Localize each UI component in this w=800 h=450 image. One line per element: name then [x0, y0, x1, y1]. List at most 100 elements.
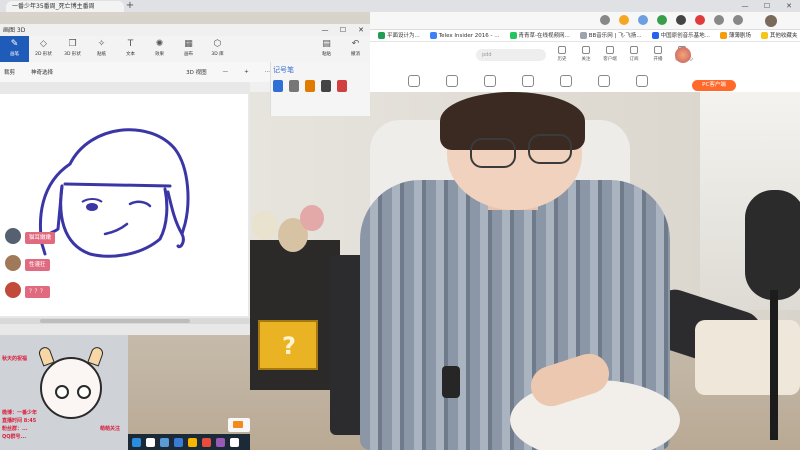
overlay-info-line: 粉丝群：... — [2, 426, 28, 432]
right-side-stroke — [166, 190, 185, 249]
tool-2d-shapes[interactable]: ◇ 2D 形状 — [29, 36, 58, 62]
tool-stickers[interactable]: ✧ 贴纸 — [87, 36, 116, 62]
nav-history[interactable]: 历史 — [555, 46, 569, 62]
extension-icon[interactable] — [676, 15, 686, 25]
tool-label: 3D 形状 — [64, 52, 81, 57]
site-search-input[interactable]: pdd — [476, 49, 546, 61]
collections-icon[interactable] — [714, 15, 724, 25]
crop-button[interactable]: 裁剪 — [4, 68, 15, 76]
category-icon[interactable] — [446, 75, 458, 87]
category-icon[interactable] — [522, 75, 534, 87]
brush-oil[interactable] — [305, 80, 315, 92]
profile-avatar[interactable] — [765, 15, 777, 27]
bookmark-item[interactable]: 青青草-在线视频网... — [509, 30, 570, 41]
bookmark-item[interactable]: BB音乐网 | 飞·飞扬... — [579, 30, 642, 41]
extension-icon[interactable] — [638, 15, 648, 25]
right-eye — [128, 200, 152, 208]
settings-icon[interactable] — [733, 15, 743, 25]
view-3d-button[interactable]: 3D 视图 — [186, 68, 206, 76]
face-drawing — [38, 128, 190, 258]
nav-start-live[interactable]: 开播 — [651, 46, 665, 62]
taskbar-app-icon[interactable] — [174, 437, 183, 447]
undo-button[interactable]: ↶ 撤消 — [341, 36, 370, 62]
paste-button[interactable]: ▤ 粘贴 — [312, 36, 341, 62]
taskbar-app-icon[interactable] — [160, 437, 169, 447]
maximize-button[interactable]: ☐ — [334, 24, 352, 36]
mascot-glasses — [77, 385, 91, 399]
nav-follow[interactable]: 关注 — [579, 46, 593, 62]
category-icon[interactable] — [484, 75, 496, 87]
tool-brushes[interactable]: ✎ 画笔 — [0, 36, 29, 62]
taskbar-app-icon[interactable] — [188, 437, 197, 447]
smart-watch — [442, 366, 460, 398]
favorite-star-icon[interactable] — [619, 15, 629, 25]
nav-subscribe[interactable]: 订阅 — [627, 46, 641, 62]
browser-extension-icons — [600, 15, 743, 25]
category-icon[interactable] — [408, 75, 420, 87]
category-icon[interactable] — [560, 75, 572, 87]
extension-icon[interactable] — [695, 15, 705, 25]
bookmark-item[interactable]: 中国原创音乐基地... — [651, 30, 710, 41]
bookmark-label: 其他收藏夹 — [769, 33, 798, 39]
bookmark-icon — [719, 32, 727, 39]
nav-client[interactable]: 客户端 — [603, 46, 617, 62]
tool-label: 文本 — [126, 52, 135, 57]
paint3d-window-controls: — ☐ ✕ — [316, 24, 370, 36]
overlay-info-line: 微博：一番少年 — [2, 410, 38, 416]
bookmark-item[interactable]: Telex Insider 2016 - ... — [429, 30, 500, 41]
tool-canvas[interactable]: ▦ 画布 — [174, 36, 203, 62]
paint3d-ribbon: ✎ 画笔 ◇ 2D 形状 ❒ 3D 形状 ✧ 贴纸 T 文本 ✺ 效果 ▦ 画布 ⬡ 3D 库 … — [0, 36, 370, 62]
taskbar-app-icon[interactable] — [202, 437, 211, 447]
canvas-horizontal-scrollbar[interactable] — [0, 318, 250, 324]
bookmark-item[interactable]: 薄薄剧场 — [719, 30, 751, 41]
tool-label: 2D 形状 — [35, 52, 52, 57]
brush-panel-title: 记号笔 — [273, 66, 294, 74]
taskbar-app-icon[interactable] — [230, 437, 239, 447]
tool-effects[interactable]: ✺ 效果 — [145, 36, 174, 62]
close-button[interactable]: ✕ — [352, 24, 370, 36]
tool-3d-library[interactable]: ⬡ 3D 库 — [203, 36, 232, 62]
zoom-out-button[interactable]: — — [223, 69, 229, 75]
pc-client-button[interactable]: PC客户端 — [692, 80, 736, 91]
glasses-lens — [528, 134, 572, 164]
nav-label: 订阅 — [629, 57, 639, 62]
bookmark-item[interactable]: 其他收藏夹 — [760, 30, 798, 41]
zoom-in-button[interactable]: + — [244, 69, 249, 75]
magic-select-button[interactable]: 神奇选择 — [31, 68, 53, 76]
category-icon[interactable] — [598, 75, 610, 87]
read-aloud-icon[interactable] — [600, 15, 610, 25]
brush-pencil[interactable] — [321, 80, 331, 92]
extension-icon[interactable] — [657, 15, 667, 25]
paint3d-subtoolbar: 裁剪 神奇选择 3D 视图 — + ··· — [0, 62, 270, 82]
bookmark-label: 青青草-在线视频网... — [518, 33, 570, 39]
maximize-button[interactable]: ☐ — [756, 0, 778, 12]
new-tab-button[interactable]: + — [124, 0, 136, 12]
chat-avatar — [5, 255, 21, 271]
brush-marker[interactable] — [273, 80, 283, 92]
minimize-button[interactable]: — — [316, 24, 334, 36]
tool-3d-shapes[interactable]: ❒ 3D 形状 — [58, 36, 87, 62]
overlay-info-line: QQ群号... — [2, 434, 27, 440]
scrollbar-thumb[interactable] — [40, 319, 190, 323]
nav-label: 开播 — [653, 57, 663, 62]
tool-text[interactable]: T 文本 — [116, 36, 145, 62]
taskbar-app-icon[interactable] — [146, 437, 155, 447]
category-icon-bar — [370, 70, 800, 92]
question-block-mark: ? — [282, 332, 296, 360]
user-avatar[interactable] — [675, 47, 691, 63]
browser-tab[interactable]: 一番少年35番周_死亡博主番周 — [6, 1, 124, 12]
category-icon[interactable] — [636, 75, 648, 87]
brush-crayon[interactable] — [337, 80, 347, 92]
close-button[interactable]: ✕ — [778, 0, 800, 12]
nav-label: 客户端 — [603, 57, 617, 62]
mail-notification[interactable] — [228, 418, 250, 432]
taskbar-app-icon[interactable] — [132, 437, 141, 447]
brush-pen[interactable] — [289, 80, 299, 92]
taskbar-app-icon[interactable] — [216, 437, 225, 447]
browser-address-bar[interactable] — [370, 12, 800, 30]
minimize-button[interactable]: — — [734, 0, 756, 12]
shape-2d-icon: ◇ — [40, 39, 47, 49]
drawing-canvas[interactable] — [0, 94, 248, 316]
bookmark-item[interactable]: 平面设计为... — [378, 30, 420, 41]
bookmark-icon — [509, 32, 517, 39]
